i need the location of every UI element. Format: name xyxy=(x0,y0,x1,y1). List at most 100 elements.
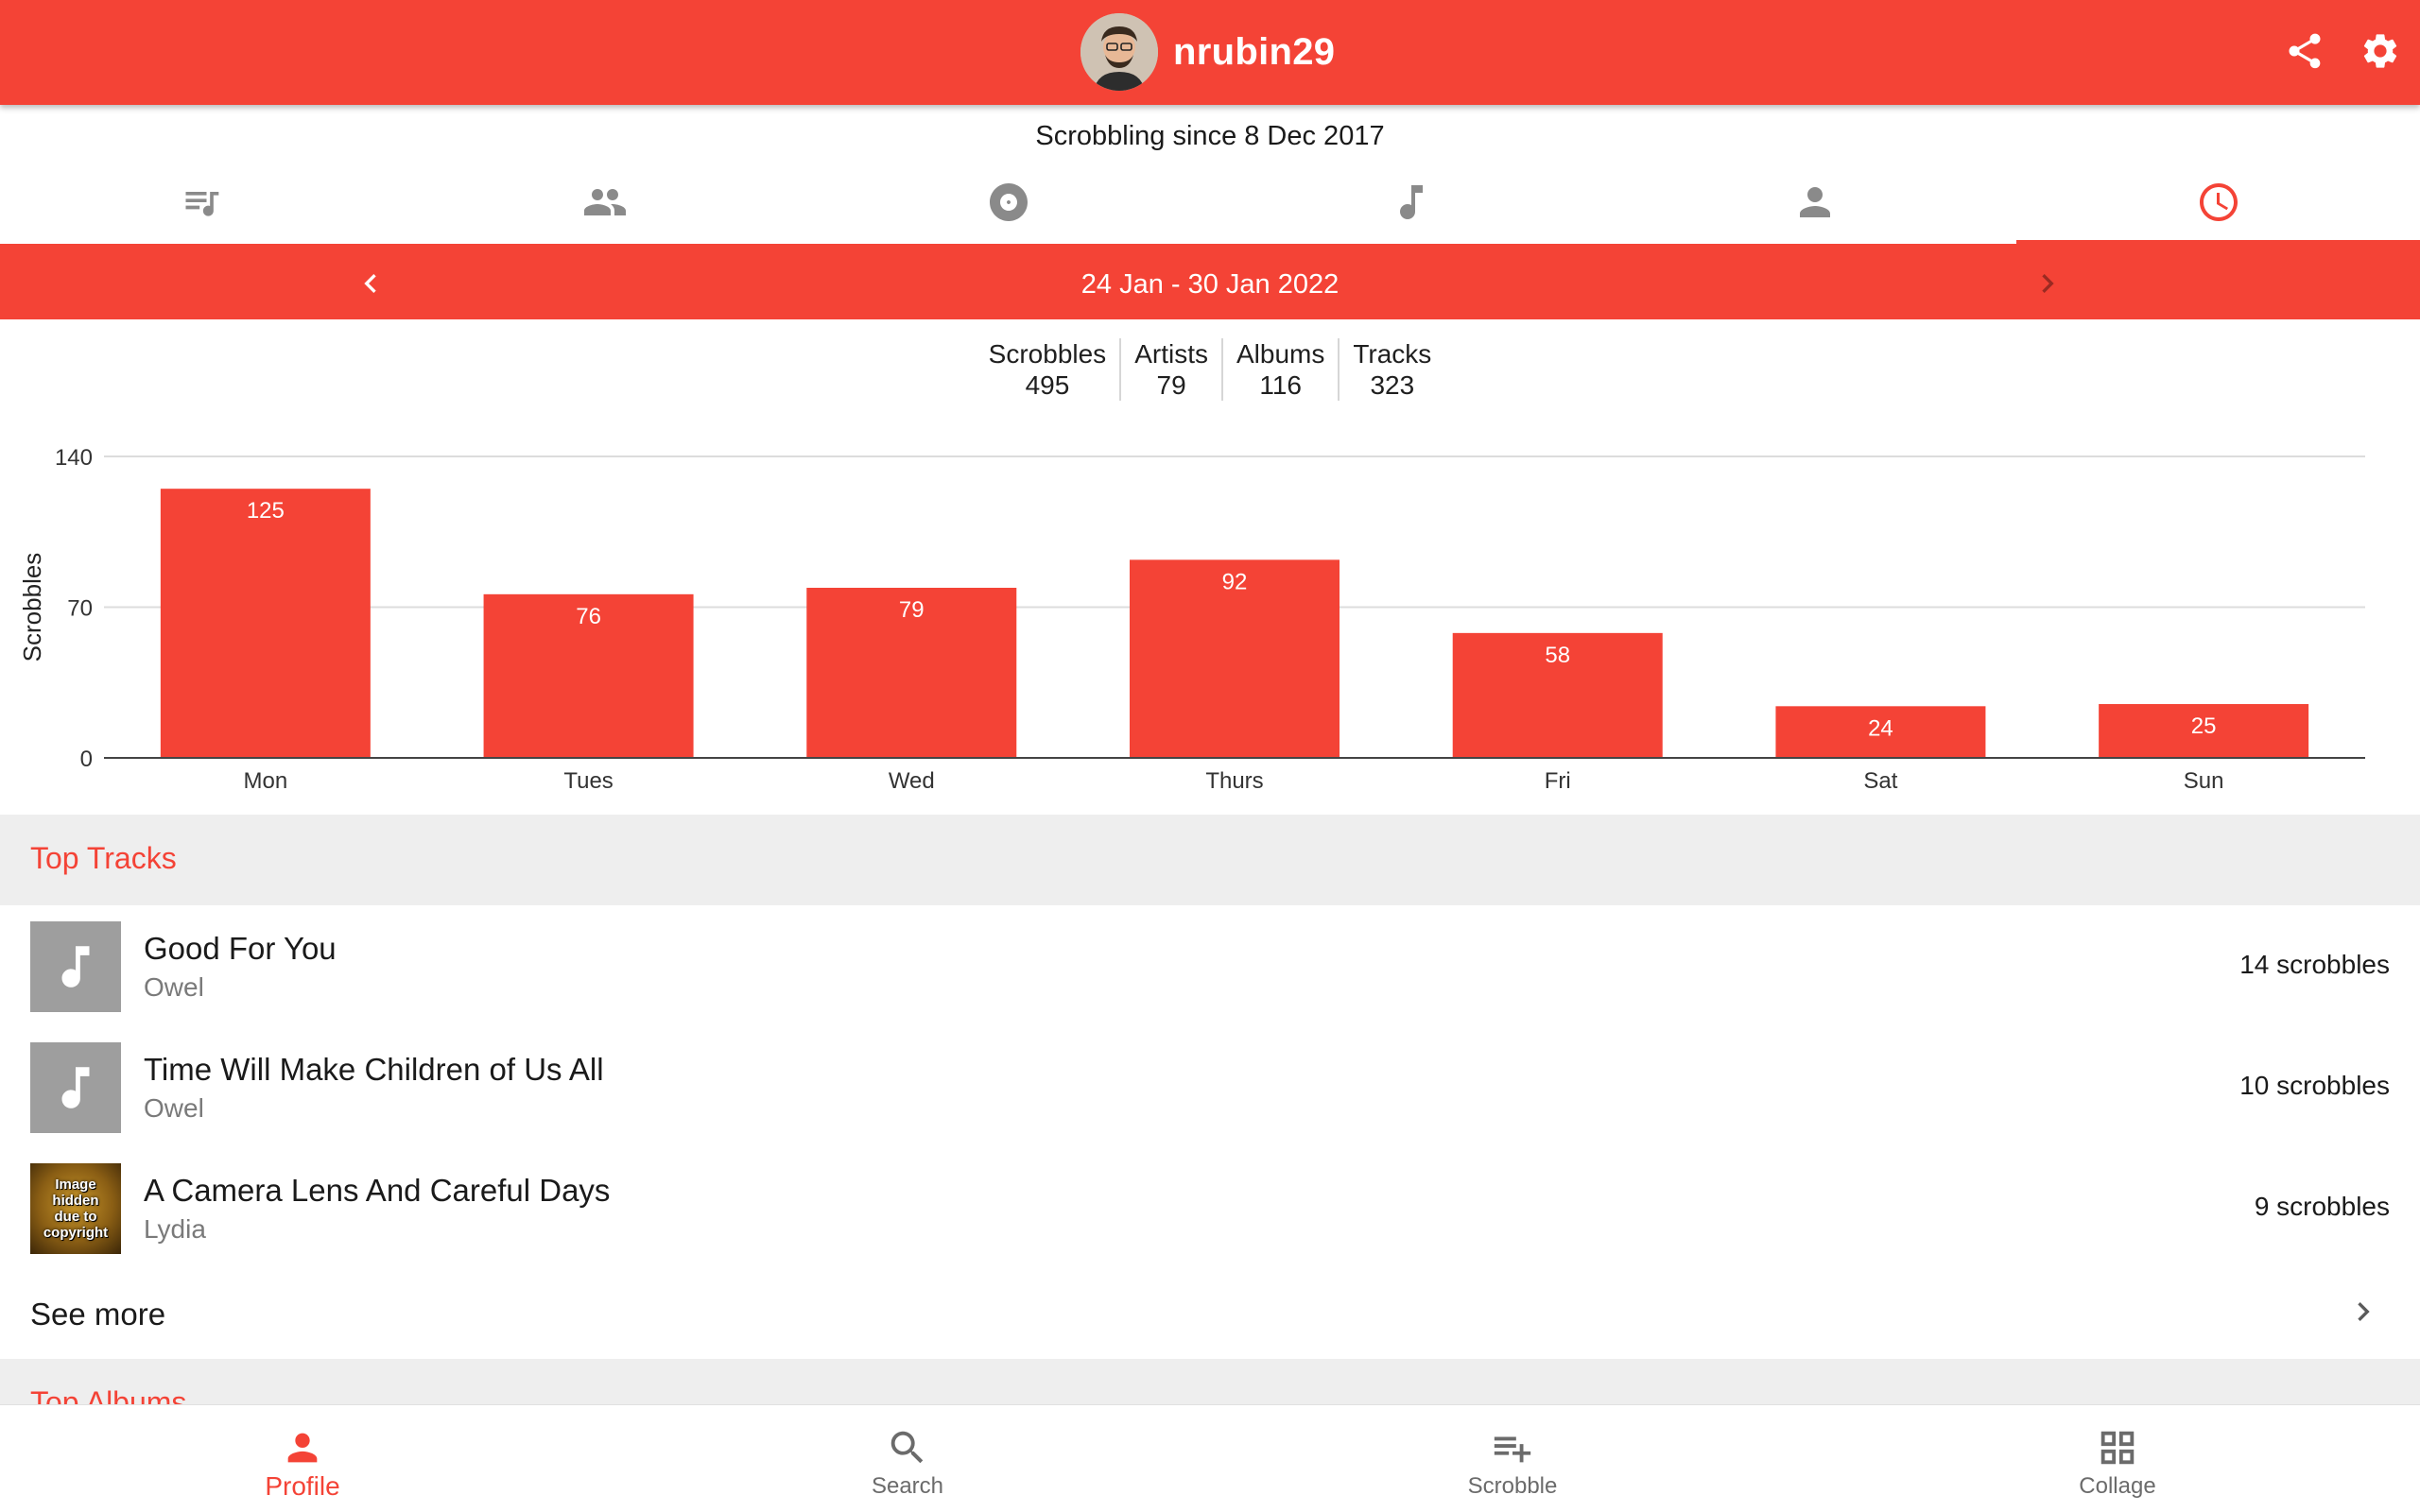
stat-artists: Artists 79 xyxy=(1119,338,1221,401)
tab-tracks[interactable] xyxy=(1210,161,1614,244)
track-artwork xyxy=(30,1042,121,1133)
stat-tracks: Tracks 323 xyxy=(1338,338,1444,401)
stat-value: 495 xyxy=(1025,370,1070,400)
stat-label: Artists xyxy=(1134,339,1208,369)
nav-label: Scrobble xyxy=(1467,1473,1558,1499)
track-row[interactable]: Image hidden due to copyright A Camera L… xyxy=(0,1148,2420,1269)
bar-chart: 0 70 140 Scrobbles 125 Mon 76 Tues 79 Wed 92 Thurs 5… xyxy=(18,445,2365,794)
section-title: Top Tracks xyxy=(30,841,177,875)
queue-music-icon xyxy=(185,192,219,216)
bar-value-label: 125 xyxy=(247,498,285,524)
music-note-icon xyxy=(1400,185,1424,219)
nav-label: Search xyxy=(871,1473,944,1499)
track-title: A Camera Lens And Careful Days xyxy=(144,1173,611,1208)
bar-value-label: 25 xyxy=(2191,713,2217,739)
bar-value-label: 76 xyxy=(576,604,601,629)
stat-label: Scrobbles xyxy=(988,339,1107,369)
track-scrobble-count: 14 scrobbles xyxy=(2239,950,2390,979)
stat-label: Tracks xyxy=(1353,339,1432,369)
settings-button[interactable] xyxy=(2356,26,2405,76)
date-range-bar: 24 Jan - 30 Jan 2022 xyxy=(0,244,2420,319)
avatar-image xyxy=(1080,13,1158,91)
copyright-text: copyright xyxy=(43,1225,109,1241)
grid-icon xyxy=(2100,1431,2135,1465)
tab-scrobbles[interactable] xyxy=(0,161,404,244)
bottom-navigation: Profile Search Scrobble Collage xyxy=(0,1404,2420,1512)
chevron-right-icon xyxy=(2042,274,2054,293)
copyright-text: due to xyxy=(54,1209,97,1225)
track-artist: Lydia xyxy=(144,1214,206,1244)
y-tick-label: 0 xyxy=(80,747,93,772)
x-tick-label: Mon xyxy=(244,768,288,794)
bar xyxy=(160,489,371,758)
username: nrubin29 xyxy=(1173,30,1336,73)
stat-value: 116 xyxy=(1259,370,1302,400)
stat-scrobbles: Scrobbles 495 xyxy=(976,338,1120,401)
previous-week-button[interactable] xyxy=(344,257,397,310)
x-tick-label: Thurs xyxy=(1205,768,1263,794)
track-title: Time Will Make Children of Us All xyxy=(144,1052,604,1087)
user-header: nrubin29 xyxy=(1080,13,1335,91)
nav-search[interactable]: Search xyxy=(605,1405,1210,1512)
top-tracks-header: Top Tracks xyxy=(0,815,2420,905)
avatar xyxy=(1080,13,1158,91)
search-icon xyxy=(890,1431,924,1464)
bar-value-label: 79 xyxy=(899,597,925,623)
people-icon xyxy=(584,189,626,215)
y-tick-label: 70 xyxy=(67,596,93,622)
tab-friends[interactable] xyxy=(1614,161,2017,244)
x-tick-label: Sun xyxy=(2184,768,2224,794)
see-more-label: See more xyxy=(30,1297,166,1332)
next-week-button[interactable] xyxy=(2021,257,2074,310)
nav-scrobble[interactable]: Scrobble xyxy=(1210,1405,1815,1512)
profile-tabs xyxy=(0,161,2420,244)
person-icon xyxy=(287,1433,318,1463)
track-artwork xyxy=(30,921,121,1012)
nav-label: Profile xyxy=(265,1471,340,1501)
bar-value-label: 92 xyxy=(1222,569,1248,594)
nav-collage[interactable]: Collage xyxy=(1815,1405,2420,1512)
period-stats: Scrobbles 495 Artists 79 Albums 116 Trac… xyxy=(0,338,2420,401)
track-scrobble-count: 9 scrobbles xyxy=(2254,1192,2390,1221)
x-tick-label: Tues xyxy=(563,768,613,794)
stat-value: 79 xyxy=(1156,370,1186,400)
y-axis-label: Scrobbles xyxy=(18,553,46,662)
tab-artists[interactable] xyxy=(404,161,807,244)
tab-history[interactable] xyxy=(2016,161,2420,244)
clock-icon xyxy=(2199,183,2238,221)
music-note-icon xyxy=(61,1067,90,1108)
track-scrobble-count: 10 scrobbles xyxy=(2239,1071,2390,1100)
nav-label: Collage xyxy=(2079,1473,2156,1499)
track-artist: Owel xyxy=(144,972,204,1002)
tab-albums[interactable] xyxy=(806,161,1210,244)
x-tick-label: Wed xyxy=(889,768,935,794)
see-more-tracks-button[interactable]: See more xyxy=(0,1266,2420,1357)
track-artwork-copyright: Image hidden due to copyright xyxy=(30,1163,121,1254)
bar-value-label: 58 xyxy=(1545,643,1570,668)
stat-albums: Albums 116 xyxy=(1220,338,1338,401)
gear-icon xyxy=(2363,34,2397,68)
album-icon xyxy=(989,183,1028,221)
bar-value-label: 24 xyxy=(1868,715,1893,741)
x-tick-label: Fri xyxy=(1545,768,1571,794)
chevron-right-icon xyxy=(2358,1302,2370,1321)
track-row[interactable]: Time Will Make Children of Us All Owel 1… xyxy=(0,1027,2420,1148)
stat-label: Albums xyxy=(1236,339,1325,369)
scrobbling-since: Scrobbling since 8 Dec 2017 xyxy=(1035,121,1385,151)
person-icon xyxy=(1800,187,1831,217)
x-tick-label: Sat xyxy=(1863,768,1897,794)
share-icon xyxy=(2289,33,2321,69)
music-note-icon xyxy=(61,946,90,988)
chevron-left-icon xyxy=(364,274,376,293)
track-title: Good For You xyxy=(144,931,337,966)
stat-value: 323 xyxy=(1370,370,1415,400)
track-artist: Owel xyxy=(144,1093,204,1123)
share-button[interactable] xyxy=(2280,26,2329,76)
app-bar: nrubin29 xyxy=(0,0,2420,105)
copyright-text: Image xyxy=(55,1177,96,1193)
playlist-add-icon xyxy=(1494,1436,1531,1463)
track-row[interactable]: Good For You Owel 14 scrobbles xyxy=(0,906,2420,1027)
copyright-text: hidden xyxy=(52,1193,99,1209)
y-tick-label: 140 xyxy=(55,445,93,471)
nav-profile[interactable]: Profile xyxy=(0,1405,605,1512)
